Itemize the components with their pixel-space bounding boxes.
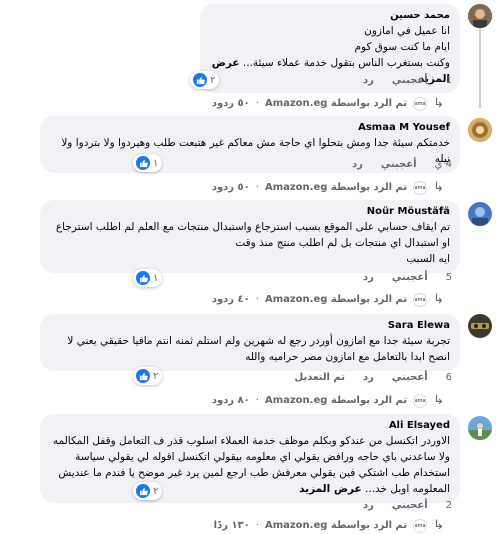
reply-arrow-icon: ↳ (433, 518, 444, 533)
like-reaction-icon (193, 73, 207, 87)
comment-actions: 6 أعجبني رد تم التعديل (295, 372, 452, 383)
reaction-number: ٢ (210, 74, 216, 86)
reaction-number: ٢ (153, 485, 159, 497)
separator-dot: · (255, 395, 259, 406)
comment-time[interactable]: 5 (446, 272, 452, 283)
replied-by-text: تم الرد بواسطة Amazon.eg (264, 182, 408, 193)
comment-bubble: Noür Möustäfä تم ايقاف حسابي على الموقع … (40, 200, 460, 273)
reaction-count[interactable]: ٢ (190, 71, 220, 89)
separator-dot: · (255, 182, 259, 193)
amazon-avatar-icon: ama (413, 180, 428, 195)
edited-label: تم التعديل (294, 372, 345, 383)
amazon-avatar-icon: ama (413, 393, 428, 408)
reaction-count[interactable]: ١ (133, 269, 163, 287)
reply-count[interactable]: ٤٠ ردود (212, 294, 250, 305)
comment-time[interactable]: 1 (446, 75, 452, 86)
reply-count[interactable]: ٨٠ ردود (212, 395, 250, 406)
reply-button[interactable]: رد (363, 500, 374, 511)
replied-by-text: تم الرد بواسطة Amazon.eg (264, 98, 408, 109)
comment-actions: 2 أعجبني رد (363, 500, 452, 511)
avatar[interactable] (468, 118, 492, 142)
reply-button[interactable]: رد (363, 272, 374, 283)
reaction-number: ١ (153, 272, 159, 284)
reply-arrow-icon: ↳ (433, 96, 444, 111)
comment-author[interactable]: Asmaa M Yousef (50, 121, 450, 135)
replied-by-text: تم الرد بواسطة Amazon.eg (264, 294, 408, 305)
comment-author[interactable]: Noür Möustäfä (50, 205, 450, 219)
avatar[interactable] (468, 314, 492, 338)
comment-text: تجربة سيئة جدا مع امازون أوردر رجع له شه… (67, 335, 450, 363)
thread-line (479, 28, 481, 108)
like-button[interactable]: أعجبني (392, 500, 428, 511)
avatar[interactable] (468, 202, 492, 226)
see-more-link[interactable]: عرض المزيد (299, 483, 362, 495)
like-button[interactable]: أعجبني (392, 272, 428, 283)
separator-dot: · (255, 294, 259, 305)
reaction-number: ١ (153, 157, 159, 169)
separator-dot: · (255, 520, 259, 531)
like-reaction-icon (136, 271, 150, 285)
avatar[interactable] (468, 4, 492, 28)
view-replies-row[interactable]: ↳ ama تم الرد بواسطة Amazon.eg · ٨٠ ردود (212, 393, 444, 408)
reaction-count[interactable]: ١ (133, 154, 163, 172)
comment-time[interactable]: 4 ي (435, 159, 452, 170)
comment-author[interactable]: Sara Elewa (50, 319, 450, 333)
reply-count[interactable]: ٥٠ ردود (212, 182, 250, 193)
reply-button[interactable]: رد (352, 159, 363, 170)
reply-count[interactable]: ١٣٠ ردًا (214, 520, 250, 531)
reply-arrow-icon: ↳ (433, 393, 444, 408)
comment-text: الاوردر اتكنسل من عندكو وبكلم موظف خدمة … (52, 435, 450, 495)
replied-by-text: تم الرد بواسطة Amazon.eg (264, 395, 408, 406)
reply-button[interactable]: رد (363, 75, 374, 86)
view-replies-row[interactable]: ↳ ama تم الرد بواسطة Amazon.eg · ٤٠ ردود (212, 292, 444, 307)
separator-dot: · (255, 98, 259, 109)
comment-bubble: Ali Elsayed الاوردر اتكنسل من عندكو وبكل… (40, 414, 460, 503)
amazon-avatar-icon: ama (413, 96, 428, 111)
reaction-count[interactable]: ٢ (133, 482, 163, 500)
comment-bubble: Sara Elewa تجربة سيئة جدا مع امازون أورد… (40, 314, 460, 371)
comment-time[interactable]: 2 (446, 500, 452, 511)
amazon-avatar-icon: ama (413, 292, 428, 307)
like-button[interactable]: أعجبني (392, 75, 428, 86)
reply-arrow-icon: ↳ (433, 180, 444, 195)
comment-actions: 4 ي أعجبني رد (352, 159, 452, 170)
like-reaction-icon (136, 369, 150, 383)
view-replies-row[interactable]: ↳ ama تم الرد بواسطة Amazon.eg · ٥٠ ردود (212, 180, 444, 195)
avatar[interactable] (468, 416, 492, 440)
reaction-number: ٢ (153, 370, 159, 382)
like-reaction-icon (136, 484, 150, 498)
view-replies-row[interactable]: ↳ ama تم الرد بواسطة Amazon.eg · ٥٠ ردود (212, 96, 444, 111)
comment-actions: 1 أعجبني رد (363, 75, 452, 86)
reply-count[interactable]: ٥٠ ردود (212, 98, 250, 109)
reply-button[interactable]: رد (363, 372, 374, 383)
comment-author[interactable]: Ali Elsayed (50, 419, 450, 433)
like-button[interactable]: أعجبني (381, 159, 417, 170)
like-reaction-icon (136, 156, 150, 170)
like-button[interactable]: أعجبني (392, 372, 428, 383)
comment-author[interactable]: محمد حسين (210, 9, 450, 23)
replied-by-text: تم الرد بواسطة Amazon.eg (264, 520, 408, 531)
view-replies-row[interactable]: ↳ ama تم الرد بواسطة Amazon.eg · ١٣٠ ردً… (214, 518, 444, 533)
amazon-avatar-icon: ama (413, 518, 428, 533)
reply-arrow-icon: ↳ (433, 292, 444, 307)
comment-actions: 5 أعجبني رد (363, 272, 452, 283)
comment-text: تم ايقاف حسابي على الموقع بسبب استرجاع و… (55, 221, 450, 265)
reaction-count[interactable]: ٢ (133, 367, 163, 385)
comment-time[interactable]: 6 (446, 372, 452, 383)
